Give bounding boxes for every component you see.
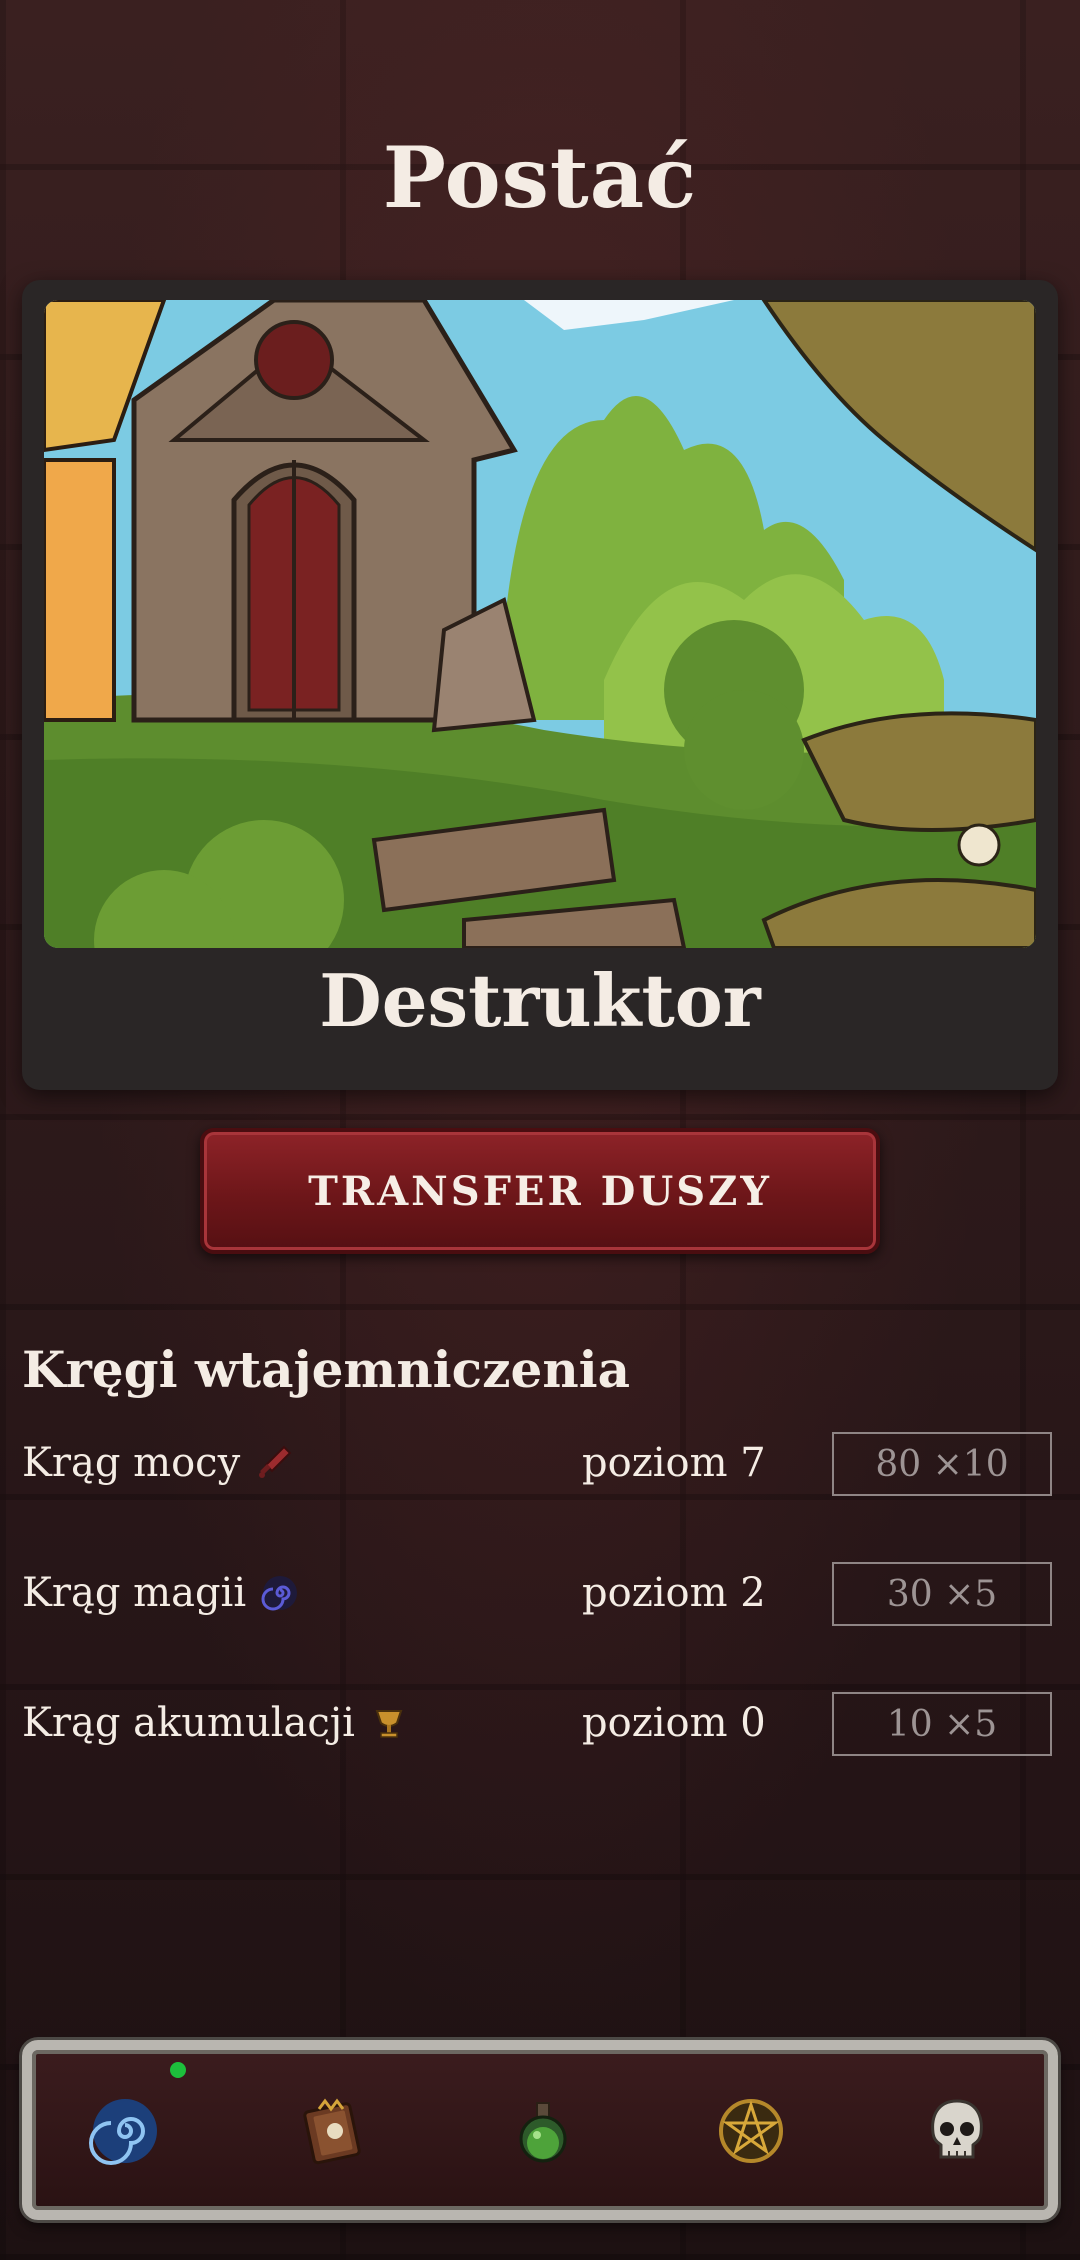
active-indicator-dot	[170, 2062, 186, 2078]
circle-label: Krąg akumulacji	[22, 1700, 355, 1746]
spiral-icon	[260, 1573, 300, 1613]
circle-row-accumulation: Krąg akumulacji poziom 0 10 ×5	[22, 1692, 1052, 1762]
circle-row-power: Krąg mocy poziom 7 80 ×10	[22, 1432, 1052, 1502]
circle-row-magic: Krąg magii poziom 2 30 ×5	[22, 1562, 1052, 1632]
circles-section-title: Kręgi wtajemniczenia	[22, 1340, 631, 1399]
hero-scene-image	[44, 300, 1036, 948]
hero-name: Destruktor	[319, 958, 761, 1043]
potion-icon	[505, 2093, 581, 2169]
page-title: Postać	[382, 128, 698, 227]
character-screen: Postać Destruktor TRANSFER DUSZY Kręgi w…	[0, 0, 1080, 2260]
nav-skull-button[interactable]	[912, 2086, 1002, 2176]
spellbook-icon	[295, 2093, 371, 2169]
circle-label: Krąg mocy	[22, 1440, 241, 1486]
circle-upgrade-cost-button[interactable]: 30 ×5	[832, 1562, 1052, 1626]
circle-level: poziom 0	[582, 1700, 766, 1746]
circle-label: Krąg magii	[22, 1570, 247, 1616]
transfer-soul-button[interactable]: TRANSFER DUSZY	[200, 1128, 880, 1254]
circle-name-accumulation: Krąg akumulacji	[22, 1700, 409, 1746]
circle-upgrade-cost-button[interactable]: 80 ×10	[832, 1432, 1052, 1496]
circle-level: poziom 2	[582, 1570, 766, 1616]
hero-card: Destruktor	[22, 280, 1058, 1090]
bottom-navigation	[22, 2040, 1058, 2220]
portal-vortex-icon	[87, 2093, 163, 2169]
skull-icon	[919, 2093, 995, 2169]
circle-upgrade-cost-button[interactable]: 10 ×5	[832, 1692, 1052, 1756]
nav-potion-button[interactable]	[498, 2086, 588, 2176]
chalice-icon	[369, 1703, 409, 1743]
nav-portal-button[interactable]	[80, 2086, 170, 2176]
circle-name-power: Krąg mocy	[22, 1440, 294, 1486]
nav-spellbook-button[interactable]	[288, 2086, 378, 2176]
circle-name-magic: Krąg magii	[22, 1570, 300, 1616]
pentagram-icon	[713, 2093, 789, 2169]
nav-pentagram-button[interactable]	[706, 2086, 796, 2176]
circle-level: poziom 7	[582, 1440, 766, 1486]
sword-icon	[254, 1443, 294, 1483]
